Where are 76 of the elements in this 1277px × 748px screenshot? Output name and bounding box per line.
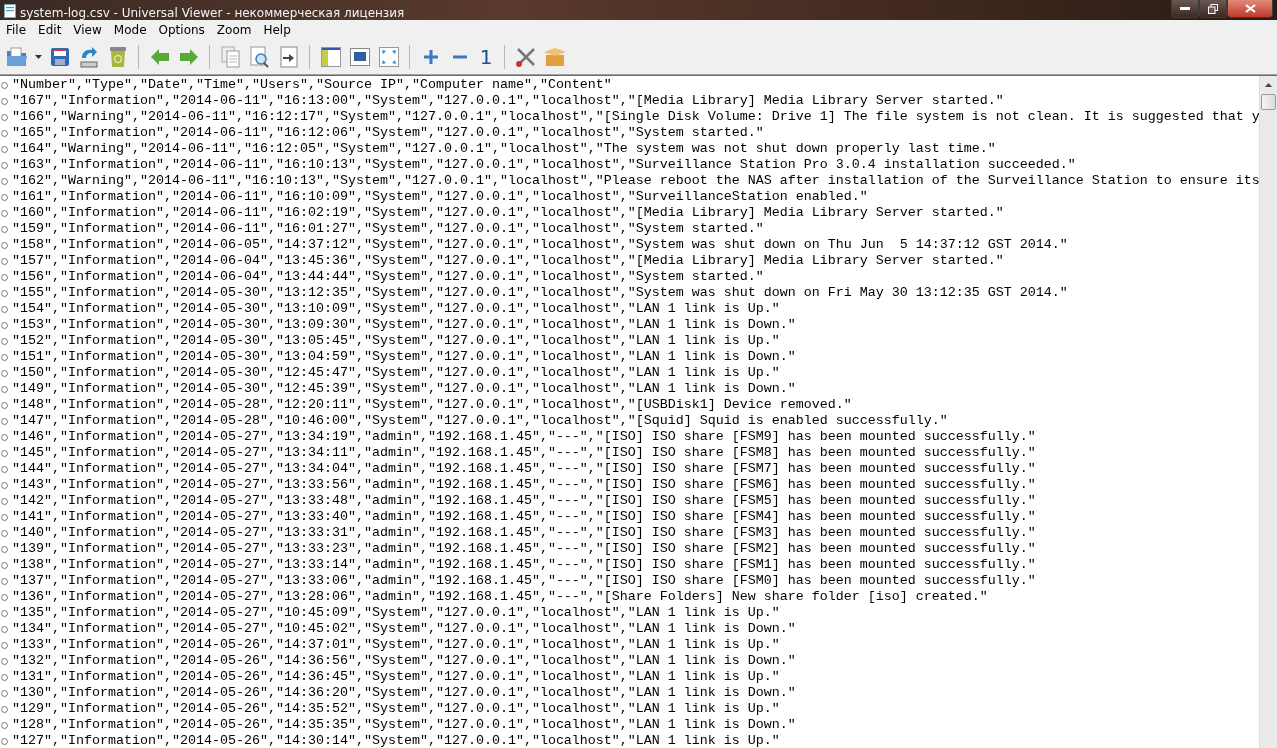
text-line: "163","Information","2014-06-11","16:10:13","System","127.0.0.1","localhost","Surveillance Station Pro 3.0.4 installation succeeded." <box>12 157 1076 173</box>
maximize-button[interactable] <box>1199 0 1227 18</box>
text-line: "152","Information","2014-05-30","13:05:45","System","127.0.0.1","localhost","LAN 1 link is Up." <box>12 333 780 349</box>
text-line: "Number","Type","Date","Time","Users","Source IP","Computer name","Content" <box>12 77 612 93</box>
menu-item[interactable]: Mode <box>107 20 153 40</box>
document-icon <box>4 4 16 18</box>
text-line: "147","Information","2014-05-28","10:46:00","System","127.0.0.1","localhost","[Squid] Squid is enabled successfully." <box>12 413 948 429</box>
text-line: "162","Warning","2014-06-11","16:10:13","System","127.0.0.1","localhost","Please reboot the NAS after installation of the Surveillance Station to ensure its <box>12 173 1259 189</box>
text-line: "156","Information","2014-06-04","13:44:44","System","127.0.0.1","localhost","System started." <box>12 269 764 285</box>
text-line: "141","Information","2014-05-27","13:33:40","admin","192.168.1.45","---","[ISO] ISO share [FSM4] has been mounted successfully." <box>12 509 1036 525</box>
recycle-bin-icon <box>108 46 127 68</box>
close-icon <box>1244 4 1256 13</box>
right-arrow-icon <box>179 49 198 65</box>
text-line: "148","Information","2014-05-28","12:20:11","System","127.0.0.1","localhost","[USBDisk1] Device removed." <box>12 397 852 413</box>
text-line: "157","Information","2014-06-04","13:45:36","System","127.0.0.1","localhost","[Media Library] Media Library Server started." <box>12 253 1004 269</box>
text-line: "165","Information","2014-06-11","16:12:06","System","127.0.0.1","localhost","System started." <box>12 125 764 141</box>
text-line: "150","Information","2014-05-30","12:45:47","System","127.0.0.1","localhost","LAN 1 link is Up." <box>12 365 780 381</box>
text-line: "136","Information","2014-05-27","13:28:06","admin","192.168.1.45","---","[Share Folders] New share folder [iso] created." <box>12 589 988 605</box>
text-line: "134","Information","2014-05-27","10:45:02","System","127.0.0.1","localhost","LAN 1 link is Down." <box>12 621 796 637</box>
text-line: "133","Information","2014-05-26","14:37:01","System","127.0.0.1","localhost","LAN 1 link is Up." <box>12 637 780 653</box>
text-line: "135","Information","2014-05-27","10:45:09","System","127.0.0.1","localhost","LAN 1 link is Up." <box>12 605 780 621</box>
text-line: "127","Information","2014-05-26","14:30:14","System","127.0.0.1","localhost","LAN 1 link is Up." <box>12 733 780 748</box>
text-line: "158","Information","2014-06-05","14:37:12","System","127.0.0.1","localhost","System was shut down on Thu Jun 5 14:37:12 GST 2014." <box>12 237 1068 253</box>
minus-icon <box>451 55 468 59</box>
text-line: "145","Information","2014-05-27","13:34:11","admin","192.168.1.45","---","[ISO] ISO share [FSM8] has been mounted successfully." <box>12 445 1036 461</box>
text-line: "153","Information","2014-05-30","13:09:30","System","127.0.0.1","localhost","LAN 1 link is Down." <box>12 317 796 333</box>
text-line: "129","Information","2014-05-26","14:35:52","System","127.0.0.1","localhost","LAN 1 link is Up." <box>12 701 780 717</box>
text-line: "164","Warning","2014-06-11","16:12:05","System","127.0.0.1","localhost","The system was not shut down properly last time." <box>12 141 996 157</box>
magnifier-page-icon <box>249 46 270 68</box>
text-line: "149","Information","2014-05-30","12:45:39","System","127.0.0.1","localhost","LAN 1 link is Down." <box>12 381 796 397</box>
minimize-button[interactable] <box>1171 0 1199 18</box>
panel-layout-icon <box>320 47 341 67</box>
menu-item[interactable]: Help <box>257 20 297 40</box>
original-size-button[interactable]: 1 <box>476 44 496 70</box>
text-line: "132","Information","2014-05-26","14:36:56","System","127.0.0.1","localhost","LAN 1 link is Down." <box>12 653 796 669</box>
window-title: system-log.csv - Universal Viewer - некоммерческая лицензия <box>20 5 405 22</box>
text-line: "160","Information","2014-06-11","16:02:19","System","127.0.0.1","localhost","[Media Library] Media Library Server started." <box>12 205 1004 221</box>
pages-icon <box>220 46 241 68</box>
text-line: "140","Information","2014-05-27","13:33:31","admin","192.168.1.45","---","[ISO] ISO share [FSM3] has been mounted successfully." <box>12 525 1036 541</box>
text-line: "167","Information","2014-06-11","16:13:00","System","127.0.0.1","localhost","[Media Library] Media Library Server started." <box>12 93 1004 109</box>
scrollbar-thumb[interactable] <box>1261 94 1276 110</box>
text-line: "131","Information","2014-05-26","14:36:45","System","127.0.0.1","localhost","LAN 1 link is Up." <box>12 669 780 685</box>
text-line: "144","Information","2014-05-27","13:34:04","admin","192.168.1.45","---","[ISO] ISO share [FSM7] has been mounted successfully." <box>12 461 1036 477</box>
caret-icon <box>34 55 42 59</box>
up-arrow-icon <box>1265 82 1272 87</box>
menu-item[interactable]: View <box>67 20 108 40</box>
text-line: "151","Information","2014-05-30","13:04:59","System","127.0.0.1","localhost","LAN 1 link is Down." <box>12 349 796 365</box>
text-line: "143","Information","2014-05-27","13:33:56","admin","192.168.1.45","---","[ISO] ISO share [FSM6] has been mounted successfully." <box>12 477 1036 493</box>
plus-icon <box>422 49 439 65</box>
text-line: "130","Information","2014-05-26","14:36:20","System","127.0.0.1","localhost","LAN 1 link is Down." <box>12 685 796 701</box>
picture-icon <box>349 48 370 66</box>
restore-icon <box>1208 3 1218 14</box>
left-arrow-icon <box>150 49 169 65</box>
text-line: "155","Information","2014-05-30","13:12:35","System","127.0.0.1","localhost","System was shut down on Fri May 30 13:12:35 GST 2014." <box>12 285 1068 301</box>
text-line: "139","Information","2014-05-27","13:33:23","admin","192.168.1.45","---","[ISO] ISO share [FSM2] has been mounted successfully." <box>12 541 1036 557</box>
expand-icon <box>378 47 399 67</box>
menu-item[interactable]: Edit <box>32 20 68 40</box>
curved-arrow-icon <box>78 46 99 68</box>
text-line: "146","Information","2014-05-27","13:34:19","admin","192.168.1.45","---","[ISO] ISO share [FSM9] has been mounted successfully." <box>12 429 1036 445</box>
text-line: "137","Information","2014-05-27","13:33:06","admin","192.168.1.45","---","[ISO] ISO share [FSM0] has been mounted successfully." <box>12 573 1036 589</box>
menu-item[interactable]: File <box>0 20 33 40</box>
menu-item[interactable]: Zoom <box>210 20 258 40</box>
text-line: "166","Warning","2014-06-11","16:12:17","System","127.0.0.1","localhost","[Single Disk Volume: Drive 1] The file system is not clean. It is suggested that y <box>12 109 1259 125</box>
package-icon <box>543 47 566 67</box>
minimize-icon <box>1180 6 1190 11</box>
text-line: "138","Information","2014-05-27","13:33:14","admin","192.168.1.45","---","[ISO] ISO share [FSM1] has been mounted successfully." <box>12 557 1036 573</box>
menu-item[interactable]: Options <box>152 20 211 40</box>
text-line: "159","Information","2014-06-11","16:01:27","System","127.0.0.1","localhost","System started." <box>12 221 764 237</box>
folder-icon <box>5 47 28 67</box>
fullscreen-button[interactable] <box>376 44 401 70</box>
text-line: "161","Information","2014-06-11","16:10:09","System","127.0.0.1","localhost","SurveillanceStation enabled." <box>12 189 868 205</box>
close-button[interactable] <box>1227 0 1273 18</box>
panel-button[interactable] <box>318 44 343 70</box>
text-line: "128","Information","2014-05-26","14:35:35","System","127.0.0.1","localhost","LAN 1 link is Down." <box>12 717 796 733</box>
text-line: "142","Information","2014-05-27","13:33:48","admin","192.168.1.45","---","[ISO] ISO share [FSM5] has been mounted successfully." <box>12 493 1036 509</box>
text-line: "154","Information","2014-05-30","13:10:09","System","127.0.0.1","localhost","LAN 1 link is Up." <box>12 301 780 317</box>
